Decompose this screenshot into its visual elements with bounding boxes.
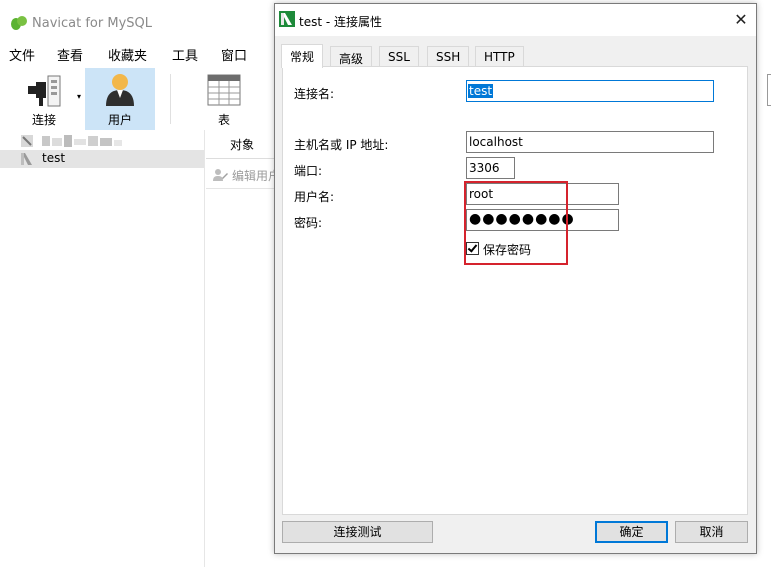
tab-general[interactable]: 常规 (281, 44, 324, 68)
table-icon (207, 74, 241, 106)
tab-ssl-label: SSL (388, 50, 410, 64)
mysql-connection-icon (21, 153, 32, 165)
test-connection-button[interactable]: 连接测试 (282, 521, 433, 543)
user-label: 用户 (107, 113, 132, 127)
dialog-tabs: 常规 高级 SSL SSH HTTP (279, 44, 749, 68)
connection-tree: test (0, 130, 205, 567)
close-icon[interactable]: ✕ (731, 10, 751, 30)
host-input[interactable]: localhost (466, 131, 714, 153)
tree-row-blurred[interactable] (0, 132, 204, 150)
dialog-titlebar: test - 连接属性 ✕ (275, 4, 756, 36)
chevron-down-icon[interactable]: ▾ (77, 92, 81, 101)
objects-area (206, 188, 276, 568)
blurred-name-image (42, 135, 122, 147)
toolbar-divider (170, 74, 171, 124)
ok-button[interactable]: 确定 (595, 521, 668, 543)
tab-advanced-label: 高级 (339, 52, 364, 66)
tree-label-test: test (42, 151, 66, 165)
table-button[interactable]: 表 (189, 68, 259, 130)
tab-general-label: 常规 (290, 50, 315, 64)
edit-user-icon (213, 169, 228, 181)
conn-name-input[interactable]: test (466, 80, 714, 102)
mysql-dolphin-icon (279, 11, 295, 27)
connection-properties-dialog: test - 连接属性 ✕ 常规 高级 SSL SSH HTTP 连接名: te… (274, 3, 757, 554)
host-value: localhost (469, 135, 523, 149)
toolbar-button-fragment (767, 74, 771, 106)
dialog-title: test - 连接属性 (299, 15, 383, 29)
table-label: 表 (217, 113, 230, 127)
port-label: 端口: (294, 164, 323, 178)
connection-icon (21, 135, 33, 147)
conn-name-value: test (468, 84, 494, 98)
edit-user-label[interactable]: 编辑用户 (232, 167, 280, 184)
tab-http[interactable]: HTTP (475, 46, 524, 67)
user-button[interactable]: 用户 (85, 68, 155, 130)
username-label: 用户名: (294, 190, 335, 204)
tab-ssl[interactable]: SSL (379, 46, 419, 67)
tree-row-test[interactable]: test (0, 150, 204, 168)
objects-toolbar: 编辑用户 (206, 158, 280, 189)
port-input[interactable]: 3306 (466, 157, 515, 179)
user-icon (106, 74, 134, 106)
menu-view[interactable]: 查看 (57, 45, 83, 64)
general-tab-panel: 连接名: test 主机名或 IP 地址: localhost 端口: 3306… (282, 66, 748, 515)
tab-ssh-label: SSH (436, 50, 461, 64)
password-label: 密码: (294, 216, 323, 230)
menu-file[interactable]: 文件 (9, 45, 35, 64)
highlight-annotation-box (464, 181, 568, 265)
connect-label: 连接 (31, 113, 56, 127)
tab-http-label: HTTP (484, 50, 515, 64)
app-title: Navicat for MySQL (32, 16, 152, 31)
conn-name-label: 连接名: (294, 87, 335, 101)
connect-button[interactable]: ▾ 连接 (9, 68, 81, 130)
tab-ssh[interactable]: SSH (427, 46, 470, 67)
cancel-button[interactable]: 取消 (675, 521, 748, 543)
menu-window[interactable]: 窗口 (221, 45, 247, 64)
navicat-logo-icon (11, 16, 27, 30)
menu-tools[interactable]: 工具 (172, 45, 198, 64)
menu-favorites[interactable]: 收藏夹 (108, 45, 147, 64)
connect-plug-icon (28, 75, 61, 107)
port-value: 3306 (469, 161, 500, 175)
objects-tab[interactable]: 对象 (206, 130, 276, 156)
host-label: 主机名或 IP 地址: (294, 138, 389, 152)
tab-advanced[interactable]: 高级 (330, 46, 373, 67)
objects-tab-label: 对象 (230, 138, 255, 152)
